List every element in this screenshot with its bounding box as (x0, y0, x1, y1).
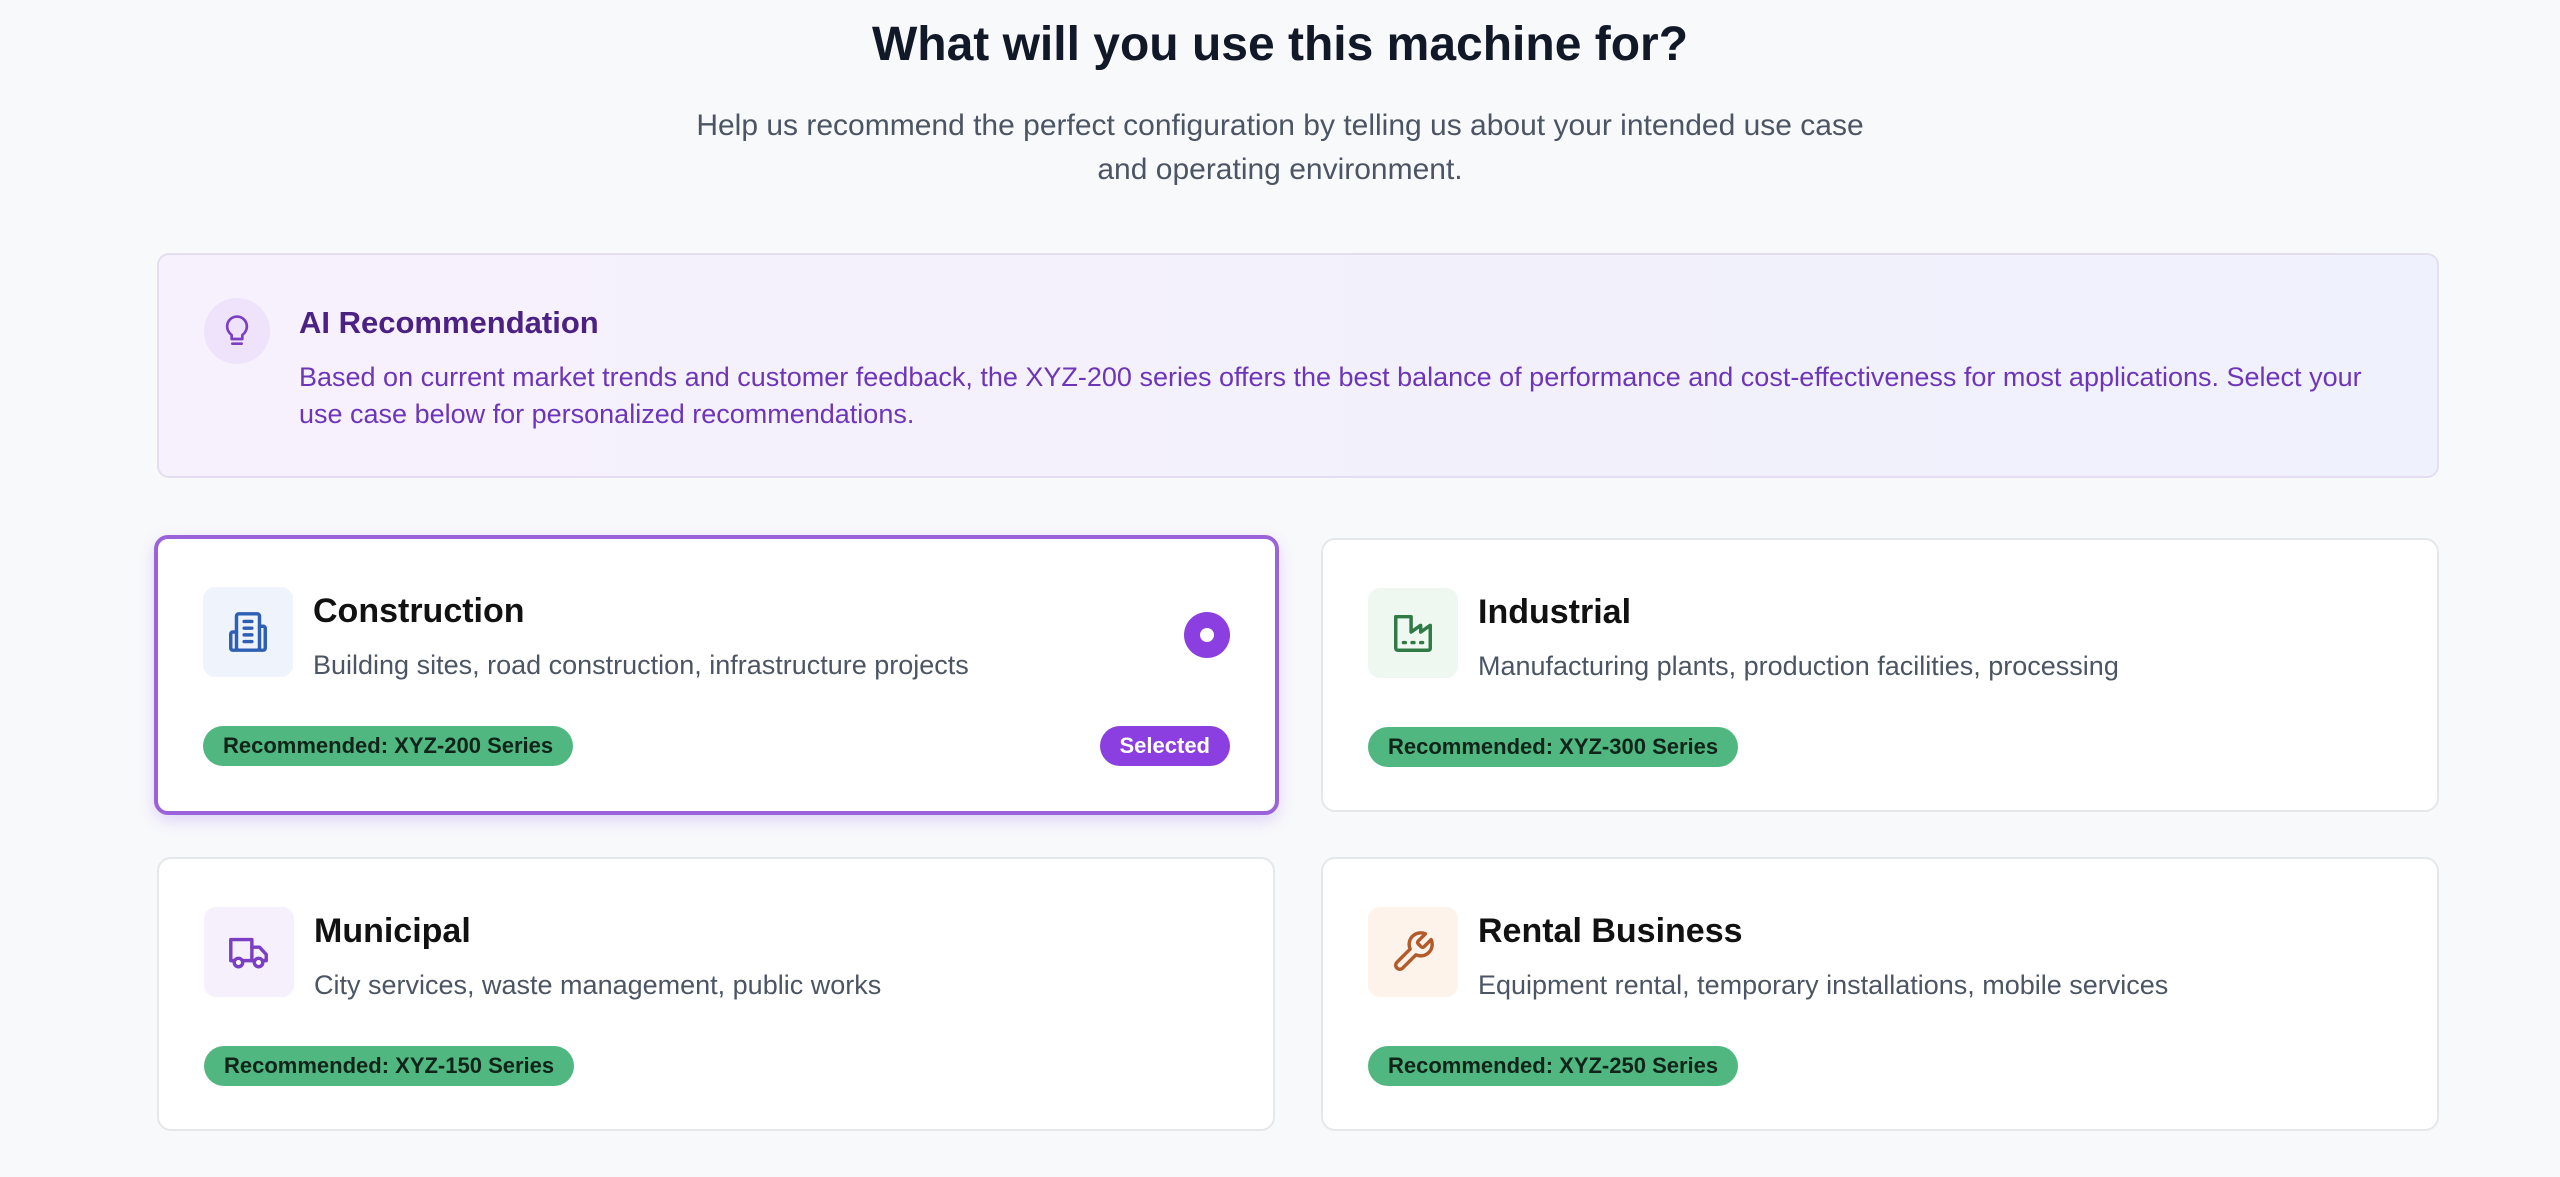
use-case-description: Equipment rental, temporary installation… (1478, 970, 2169, 1000)
use-case-card-construction[interactable]: Construction Building sites, road constr… (154, 535, 1279, 815)
recommendation-badge: Recommended: XYZ-250 Series (1368, 1046, 1739, 1086)
ai-recommendation-title: AI Recommendation (299, 305, 599, 340)
radio-dot (1200, 628, 1214, 642)
selected-radio[interactable] (1184, 612, 1230, 658)
recommendation-badge: Recommended: XYZ-200 Series (203, 726, 574, 766)
use-case-title: Industrial (1478, 593, 1632, 631)
page-subtitle-line-1: Help us recommend the perfect configurat… (696, 109, 1864, 142)
lightbulb-icon (204, 298, 270, 364)
factory-icon (1368, 588, 1458, 678)
truck-icon (204, 907, 294, 997)
use-case-title: Municipal (314, 912, 471, 950)
use-case-description: City services, waste management, public … (314, 970, 882, 1000)
ai-recommendation-panel: AI Recommendation Based on current marke… (157, 253, 2439, 478)
page-subtitle: Help us recommend the perfect configurat… (0, 104, 2560, 192)
use-case-description: Manufacturing plants, production facilit… (1478, 651, 2119, 681)
wrench-icon (1368, 907, 1458, 997)
use-case-title: Rental Business (1478, 912, 1743, 950)
page-subtitle-line-2: and operating environment. (1097, 153, 1463, 186)
use-case-description: Building sites, road construction, infra… (313, 650, 969, 680)
recommendation-badge: Recommended: XYZ-150 Series (204, 1046, 575, 1086)
use-case-card-industrial[interactable]: Industrial Manufacturing plants, product… (1321, 538, 2439, 812)
selected-badge: Selected (1099, 726, 1230, 766)
page-title: What will you use this machine for? (871, 18, 1689, 71)
use-case-card-municipal[interactable]: Municipal City services, waste managemen… (157, 857, 1275, 1131)
use-case-card-rental[interactable]: Rental Business Equipment rental, tempor… (1321, 857, 2439, 1131)
building-icon (203, 587, 293, 677)
use-case-title: Construction (313, 592, 525, 630)
recommendation-badge: Recommended: XYZ-300 Series (1368, 727, 1739, 767)
ai-recommendation-text: Based on current market trends and custo… (299, 362, 2362, 429)
